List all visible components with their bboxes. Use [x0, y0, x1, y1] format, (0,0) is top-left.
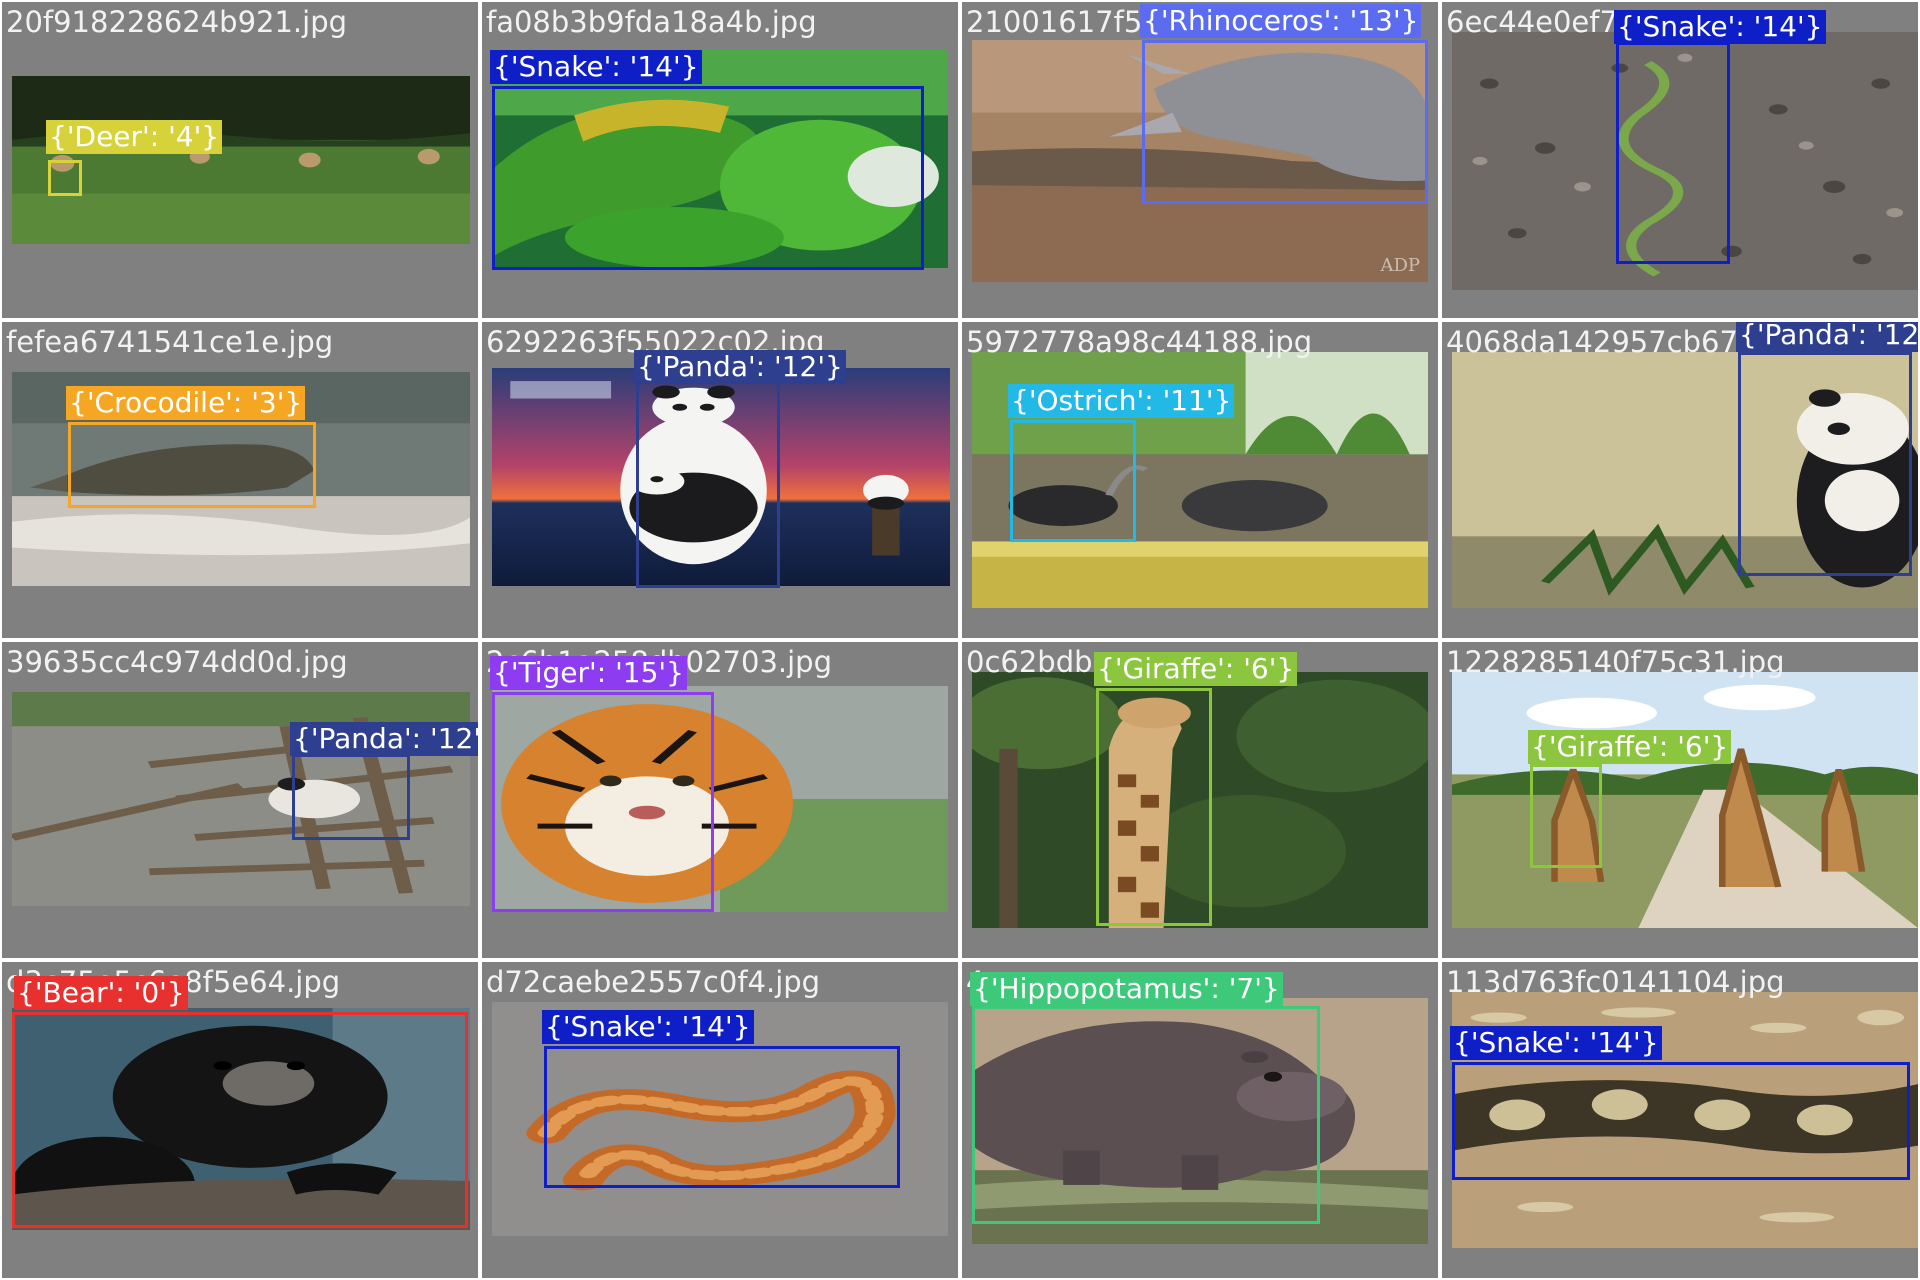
tile-1[interactable]: 20f918228624b921.jpg {'Deer': '4'} [2, 2, 478, 318]
photo-watermark: ADP [1380, 255, 1420, 276]
tile-filename: 0c62bdba [966, 645, 1111, 679]
detection-label: {'Ostrich': '11'} [1008, 384, 1235, 418]
detection-grid: 20f918228624b921.jpg {'Deer': '4'} fa08b… [0, 0, 1920, 1280]
bounding-box [1142, 40, 1428, 204]
tile-filename: 6ec44e0ef7 [1446, 5, 1618, 39]
tile-filename: 1228285140f75c31.jpg [1446, 645, 1785, 679]
detection-label: {'Snake': '14'} [1450, 1026, 1662, 1060]
tile-filename: fa08b3b9fda18a4b.jpg [486, 5, 817, 39]
tile-6[interactable]: 6292263f55022c02.jpg {'Panda': '12'} [482, 322, 958, 638]
bounding-box [1452, 1062, 1910, 1180]
tile-3[interactable]: 21001617f5 ADP {'Rhinoceros': '13'} [962, 2, 1438, 318]
bounding-box [492, 692, 714, 912]
tile-15[interactable]: 4 {'Hippopotamus': '7'} [962, 962, 1438, 1278]
tile-filename: d72caebe2557c0f4.jpg [486, 965, 821, 999]
bounding-box [1616, 42, 1730, 264]
tile-filename: 113d763fc0141104.jpg [1446, 965, 1785, 999]
detection-label: {'Rhinoceros': '13'} [1140, 4, 1422, 38]
tile-13[interactable]: d3c75e5c6e8f5e64.jpg {'Bear': '0'} [2, 962, 478, 1278]
bounding-box [12, 1012, 468, 1228]
tile-filename: fefea6741541ce1e.jpg [6, 325, 334, 359]
detection-label: {'Snake': '14'} [490, 50, 702, 84]
tile-9[interactable]: 39635cc4c974dd0d.jpg {'Panda': '12'} [2, 642, 478, 958]
bounding-box [68, 422, 316, 508]
detection-label: {'Panda': '12'} [634, 350, 846, 384]
bounding-box [48, 160, 82, 196]
bounding-box [492, 86, 924, 270]
detection-label: {'Giraffe': '6'} [1094, 652, 1298, 686]
tile-filename: 39635cc4c974dd0d.jpg [6, 645, 348, 679]
detection-label: {'Hippopotamus': '7'} [970, 972, 1283, 1006]
tile-4[interactable]: 6ec44e0ef7 {'Snake': '14'} [1442, 2, 1918, 318]
tile-filename: 21001617f5 [966, 5, 1143, 39]
tile-11[interactable]: 0c62bdba {'Giraffe': '6'} [962, 642, 1438, 958]
tile-filename: 4068da142957cb67 [1446, 325, 1738, 359]
bounding-box [1010, 420, 1136, 542]
tile-8[interactable]: 4068da142957cb67 {'Panda': '12'} [1442, 322, 1918, 638]
bounding-box [1096, 688, 1212, 926]
tile-2[interactable]: fa08b3b9fda18a4b.jpg {'Snake': '14'} [482, 2, 958, 318]
bounding-box [1738, 352, 1912, 576]
tile-16[interactable]: 113d763fc0141104.jpg {'Snake': '14'} [1442, 962, 1918, 1278]
bounding-box [972, 1006, 1320, 1224]
detection-label: {'Tiger': '15'} [490, 656, 687, 690]
detection-label: {'Deer': '4'} [46, 120, 223, 154]
detection-label: {'Panda': '12'} [1736, 322, 1918, 352]
tile-10[interactable]: 2c6b1a258db02703.jpg {'Tiger': '15'} [482, 642, 958, 958]
detection-label: {'Snake': '14'} [1614, 10, 1826, 44]
bounding-box [1530, 764, 1602, 868]
detection-label: {'Bear': '0'} [14, 976, 188, 1010]
detection-label: {'Snake': '14'} [542, 1010, 754, 1044]
tile-7[interactable]: 5972778a98c44188.jpg {'Ostrich': '11'} [962, 322, 1438, 638]
tile-12[interactable]: 1228285140f75c31.jpg {'Giraffe': '6'} [1442, 642, 1918, 958]
detection-label: {'Crocodile': '3'} [66, 386, 306, 420]
tile-filename: 5972778a98c44188.jpg [966, 325, 1313, 359]
tile-14[interactable]: d72caebe2557c0f4.jpg {'Snake': '14'} [482, 962, 958, 1278]
tile-5[interactable]: fefea6741541ce1e.jpg {'Crocodile': '3'} [2, 322, 478, 638]
bounding-box [544, 1046, 900, 1188]
photo-giraffe-road [1452, 672, 1918, 928]
tile-filename: 20f918228624b921.jpg [6, 5, 348, 39]
bounding-box [636, 370, 780, 588]
bounding-box [292, 754, 410, 840]
detection-label: {'Panda': '12'} [290, 722, 478, 756]
tile-photo [1452, 672, 1918, 928]
detection-label: {'Giraffe': '6'} [1528, 730, 1732, 764]
